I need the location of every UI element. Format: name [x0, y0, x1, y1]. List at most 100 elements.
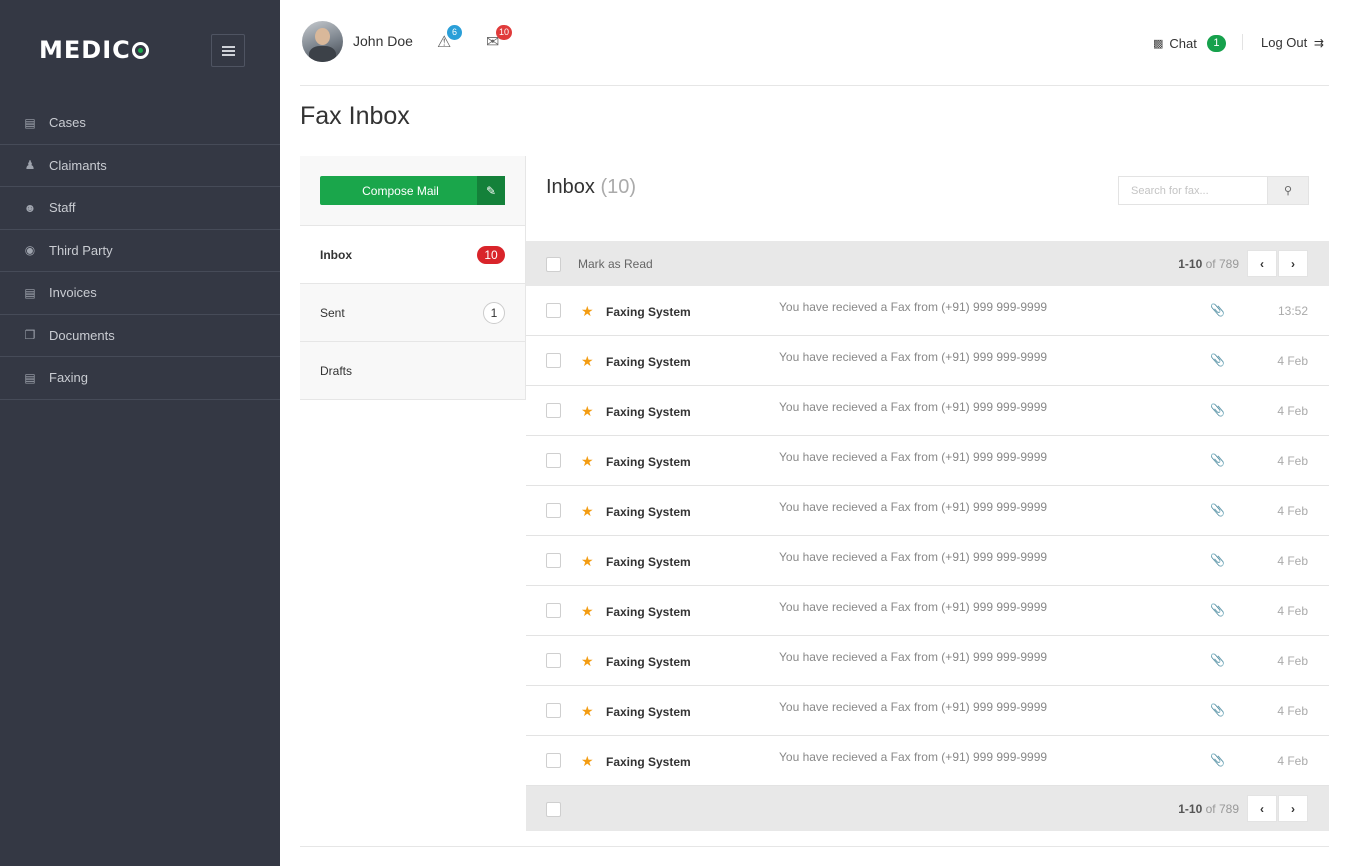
star-icon[interactable]: ★: [581, 703, 594, 720]
document-icon: ▤: [24, 285, 36, 300]
alerts-badge: 6: [447, 25, 462, 40]
prev-page-button[interactable]: ‹: [1247, 795, 1277, 822]
alerts-button[interactable]: ⚠ 6: [437, 25, 462, 52]
search-input[interactable]: [1118, 176, 1267, 205]
next-page-button[interactable]: ›: [1278, 250, 1308, 277]
prev-page-button[interactable]: ‹: [1247, 250, 1277, 277]
sidebar-item-claimants[interactable]: ♟ Claimants: [0, 145, 280, 187]
star-icon[interactable]: ★: [581, 503, 594, 520]
chat-button[interactable]: ▩ Chat 1: [1153, 35, 1226, 52]
subject: You have recieved a Fax from (+91) 999 9…: [779, 400, 1048, 414]
compose-mail-button[interactable]: Compose Mail ✎: [320, 176, 505, 205]
avatar[interactable]: [302, 21, 343, 62]
folder-count-badge: 10: [477, 245, 505, 264]
user-name[interactable]: John Doe: [353, 33, 413, 49]
pagination-range: 1-10: [1178, 802, 1203, 816]
star-icon[interactable]: ★: [581, 303, 594, 320]
star-icon[interactable]: ★: [581, 603, 594, 620]
message-list: ★ Faxing System You have recieved a Fax fr…: [526, 286, 1329, 786]
paperclip-icon: 📎: [1210, 753, 1225, 767]
pencil-icon: ✎: [477, 176, 505, 205]
menu-toggle-button[interactable]: [211, 34, 245, 67]
search-box: ⚲: [1118, 176, 1309, 205]
paperclip-icon: 📎: [1210, 353, 1225, 367]
sidebar-item-staff[interactable]: ☻ Staff: [0, 187, 280, 230]
folder-label: Inbox: [320, 247, 352, 262]
sender: Faxing System: [606, 605, 691, 619]
chevron-right-icon: ›: [1291, 256, 1295, 271]
date: 4 Feb: [1277, 554, 1308, 568]
star-icon[interactable]: ★: [581, 453, 594, 470]
inbox-title: Inbox (10): [546, 176, 636, 199]
table-row[interactable]: ★ Faxing System You have recieved a Fax fr…: [526, 636, 1329, 686]
subject: You have recieved a Fax from (+91) 999 9…: [779, 500, 1048, 514]
sender: Faxing System: [606, 705, 691, 719]
pagination-total: of 789: [1205, 802, 1239, 816]
sidebar-item-faxing[interactable]: ▤ Faxing: [0, 357, 280, 400]
files-icon: ❐: [24, 328, 36, 343]
row-checkbox[interactable]: [546, 503, 561, 518]
date: 4 Feb: [1277, 354, 1308, 368]
row-checkbox[interactable]: [546, 303, 561, 318]
compose-mail-label: Compose Mail: [362, 183, 439, 198]
messages-badge: 10: [496, 25, 513, 40]
row-checkbox[interactable]: [546, 453, 561, 468]
table-row[interactable]: ★ Faxing System You have recieved a Fax fr…: [526, 336, 1329, 386]
table-row[interactable]: ★ Faxing System You have recieved a Fax fr…: [526, 586, 1329, 636]
row-checkbox[interactable]: [546, 553, 561, 568]
folder-inbox[interactable]: Inbox 10: [300, 226, 525, 284]
sidebar-item-label: Invoices: [49, 285, 97, 301]
row-checkbox[interactable]: [546, 703, 561, 718]
sidebar-item-documents[interactable]: ❐ Documents: [0, 315, 280, 357]
folder-sent[interactable]: Sent 1: [300, 284, 525, 342]
row-checkbox[interactable]: [546, 403, 561, 418]
paperclip-icon: 📎: [1210, 453, 1225, 467]
mark-as-read-button[interactable]: Mark as Read: [578, 257, 653, 271]
table-row[interactable]: ★ Faxing System You have recieved a Fax fr…: [526, 686, 1329, 736]
table-row[interactable]: ★ Faxing System You have recieved a Fax fr…: [526, 286, 1329, 336]
messages-button[interactable]: ✉ 10: [486, 25, 513, 52]
page-title: Fax Inbox: [300, 102, 410, 130]
select-all-checkbox[interactable]: [546, 257, 561, 272]
sidebar-item-invoices[interactable]: ▤ Invoices: [0, 272, 280, 315]
mail-folder-panel: Compose Mail ✎ Inbox 10 Sent 1 Drafts: [300, 156, 526, 400]
sidebar-item-third-party[interactable]: ◉ Third Party: [0, 230, 280, 272]
paperclip-icon: 📎: [1210, 703, 1225, 717]
sidebar-item-label: Third Party: [49, 242, 113, 258]
inbox-toolbar-top: Mark as Read 1-10 of 789 ‹ ›: [526, 241, 1329, 286]
row-checkbox[interactable]: [546, 603, 561, 618]
next-page-button[interactable]: ›: [1278, 795, 1308, 822]
footer-divider: [300, 846, 1329, 847]
table-row[interactable]: ★ Faxing System You have recieved a Fax fr…: [526, 386, 1329, 436]
chat-badge: 1: [1206, 35, 1226, 52]
table-row[interactable]: ★ Faxing System You have recieved a Fax fr…: [526, 486, 1329, 536]
sender: Faxing System: [606, 355, 691, 369]
logout-button[interactable]: Log Out ⇉: [1261, 35, 1324, 50]
subject: You have recieved a Fax from (+91) 999 9…: [779, 750, 1048, 764]
star-icon[interactable]: ★: [581, 353, 594, 370]
select-all-checkbox[interactable]: [546, 802, 561, 817]
folder-drafts[interactable]: Drafts: [300, 342, 525, 400]
subject: You have recieved a Fax from (+91) 999 9…: [779, 700, 1048, 714]
table-row[interactable]: ★ Faxing System You have recieved a Fax fr…: [526, 436, 1329, 486]
logo: MEDIC: [39, 36, 149, 64]
star-icon[interactable]: ★: [581, 553, 594, 570]
table-row[interactable]: ★ Faxing System You have recieved a Fax fr…: [526, 736, 1329, 786]
row-checkbox[interactable]: [546, 653, 561, 668]
table-row[interactable]: ★ Faxing System You have recieved a Fax fr…: [526, 536, 1329, 586]
star-icon[interactable]: ★: [581, 653, 594, 670]
row-checkbox[interactable]: [546, 353, 561, 368]
star-icon[interactable]: ★: [581, 753, 594, 770]
sidebar-item-cases[interactable]: ▤ Cases: [0, 102, 280, 145]
star-icon[interactable]: ★: [581, 403, 594, 420]
subject: You have recieved a Fax from (+91) 999 9…: [779, 550, 1048, 564]
subject: You have recieved a Fax from (+91) 999 9…: [779, 450, 1048, 464]
date: 4 Feb: [1277, 704, 1308, 718]
pagination-range: 1-10: [1178, 257, 1203, 271]
search-button[interactable]: ⚲: [1267, 176, 1309, 205]
chevron-left-icon: ‹: [1260, 801, 1264, 816]
chevron-left-icon: ‹: [1260, 256, 1264, 271]
row-checkbox[interactable]: [546, 753, 561, 768]
subject: You have recieved a Fax from (+91) 999 9…: [779, 350, 1048, 364]
sidebar: MEDIC ▤ Cases ♟ Claimants ☻ Staff ◉ Thir…: [0, 0, 280, 866]
